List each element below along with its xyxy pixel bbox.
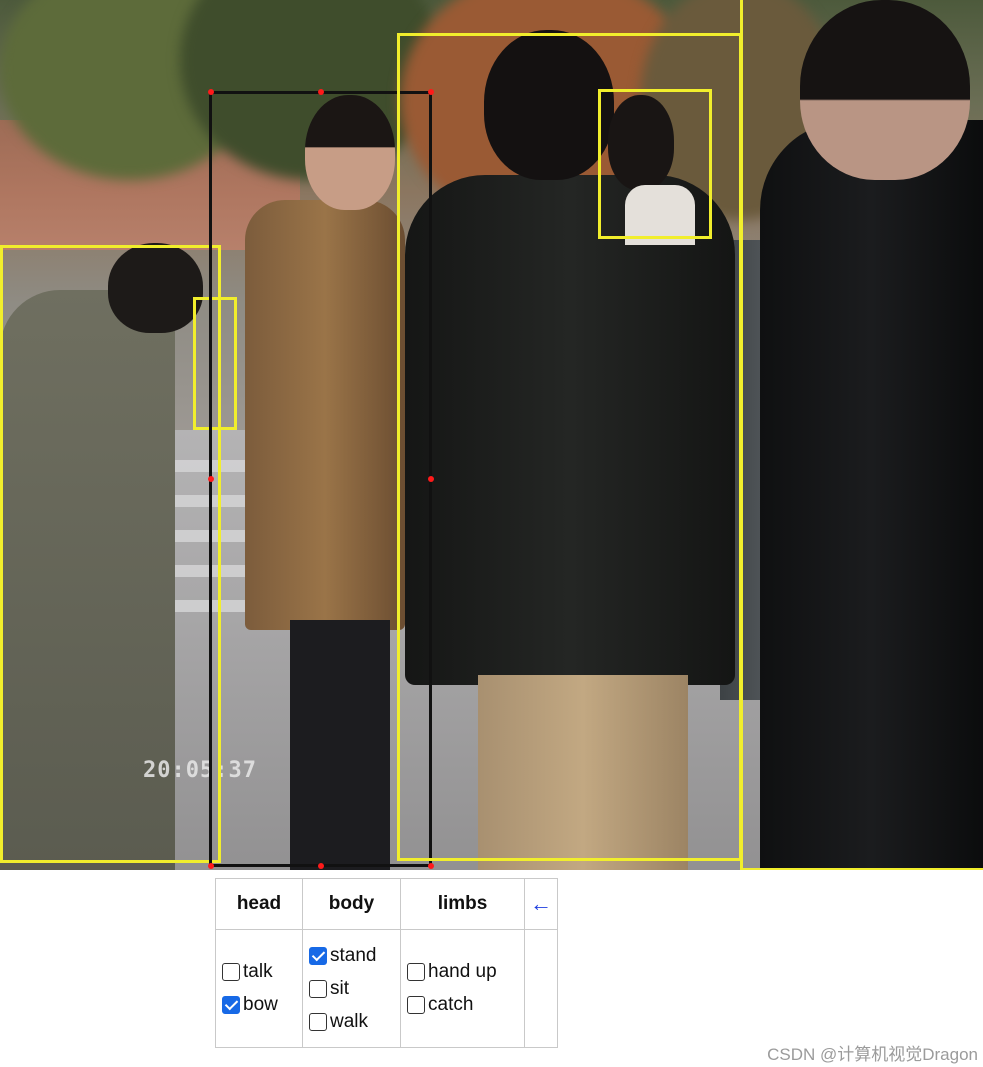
option-bow[interactable]: bow — [222, 989, 296, 1022]
resize-handle-top-left[interactable] — [208, 89, 214, 95]
checkbox-sit[interactable] — [309, 979, 327, 998]
checkbox-walk[interactable] — [309, 1012, 327, 1031]
option-stand-label: stand — [330, 944, 377, 966]
resize-handle-right[interactable] — [428, 476, 434, 482]
resize-handle-bottom-right[interactable] — [428, 863, 434, 869]
empty-cell — [524, 929, 558, 1048]
header-limbs: limbs — [400, 878, 525, 930]
body-options-cell: stand sit walk — [302, 929, 401, 1048]
bbox-person-suit[interactable] — [740, 0, 983, 870]
option-catch[interactable]: catch — [407, 989, 518, 1022]
checkbox-catch[interactable] — [407, 996, 425, 1014]
option-sit-label: sit — [330, 977, 349, 999]
video-frame[interactable]: 20:05:37 — [0, 0, 983, 870]
label-table-header-row: head body limbs ← — [215, 878, 558, 930]
checkbox-talk[interactable] — [222, 963, 240, 981]
back-arrow-cell: ← — [524, 878, 558, 930]
option-catch-label: catch — [428, 994, 474, 1015]
header-body: body — [302, 878, 401, 930]
bbox-person-bowing[interactable] — [0, 245, 221, 863]
option-talk-label: talk — [243, 961, 273, 982]
resize-handle-bottom-left[interactable] — [208, 863, 214, 869]
option-walk[interactable]: walk — [309, 1005, 394, 1038]
watermark: CSDN @计算机视觉Dragon — [767, 1045, 978, 1064]
option-hand-up[interactable]: hand up — [407, 956, 518, 989]
label-table-options-row: talk bow stand sit walk hand up catch — [215, 929, 558, 1048]
header-head: head — [215, 878, 303, 930]
option-talk[interactable]: talk — [222, 956, 296, 989]
resize-handle-top-right[interactable] — [428, 89, 434, 95]
checkbox-stand[interactable] — [309, 946, 327, 965]
head-options-cell: talk bow — [215, 929, 303, 1048]
checkbox-hand-up[interactable] — [407, 963, 425, 981]
option-sit[interactable]: sit — [309, 972, 394, 1005]
option-stand[interactable]: stand — [309, 939, 394, 972]
resize-handle-left[interactable] — [208, 476, 214, 482]
bbox-person-background[interactable] — [598, 89, 712, 239]
option-hand-up-label: hand up — [428, 961, 497, 982]
checkbox-bow[interactable] — [222, 996, 240, 1014]
resize-handle-top[interactable] — [318, 89, 324, 95]
limbs-options-cell: hand up catch — [400, 929, 525, 1048]
resize-handle-bottom[interactable] — [318, 863, 324, 869]
action-label-table: head body limbs ← talk bow stand sit wal… — [215, 878, 558, 1048]
option-bow-label: bow — [243, 994, 278, 1015]
back-arrow-icon[interactable]: ← — [530, 891, 552, 916]
option-walk-label: walk — [330, 1010, 369, 1032]
